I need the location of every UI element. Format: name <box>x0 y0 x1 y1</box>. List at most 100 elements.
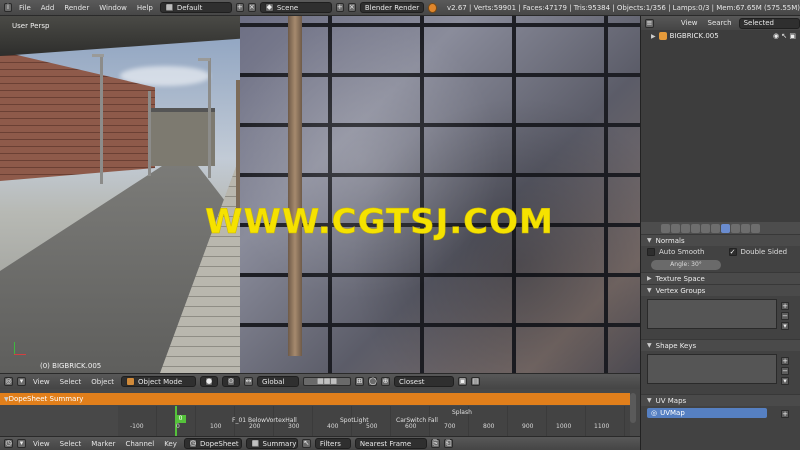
shape-keys-panel-header[interactable]: ▼ Shape Keys <box>641 339 800 351</box>
menu-window[interactable]: Window <box>96 4 130 12</box>
summary-toggle[interactable]: ▦ Summary <box>245 438 298 449</box>
remove-shape-key-button[interactable]: − <box>781 367 789 375</box>
outliner-display-dropdown[interactable]: Selected <box>738 17 800 29</box>
properties-tabs <box>641 222 800 234</box>
double-sided-label: Double Sided <box>740 248 788 256</box>
texture-space-panel-header[interactable]: ▶ Texture Space <box>641 272 800 284</box>
menu-add[interactable]: Add <box>38 4 58 12</box>
vertex-group-specials-button[interactable]: ▾ <box>781 322 789 330</box>
menu-view[interactable]: View <box>678 19 701 27</box>
copy-keyframes-icon[interactable]: ⎘ <box>430 439 440 448</box>
editor-type-icon[interactable]: ◷ <box>4 439 13 448</box>
collapse-menus-icon[interactable]: ▾ <box>17 439 26 448</box>
remove-layout-icon[interactable]: × <box>247 3 256 12</box>
layers-grid[interactable]: ▦▦▦ <box>303 377 352 386</box>
menu-select[interactable]: Select <box>57 440 85 448</box>
shape-keys-list[interactable] <box>647 354 777 384</box>
texture-tab-icon[interactable] <box>741 223 750 233</box>
collapse-menus-icon[interactable]: ▾ <box>17 377 26 386</box>
normals-panel-header[interactable]: ▼ Normals <box>641 234 800 246</box>
visibility-eye-icon[interactable]: ◉ ↖ ▣ <box>773 32 796 40</box>
editor-type-icon[interactable]: ≡ <box>645 18 654 28</box>
object-tab-icon[interactable] <box>691 223 700 233</box>
street-lamp-head <box>92 54 104 57</box>
viewport-shading-dropdown[interactable]: ● <box>200 376 219 387</box>
remove-vertex-group-button[interactable]: − <box>781 312 789 320</box>
editor-type-icon[interactable]: ◎ <box>4 377 13 386</box>
world-tab-icon[interactable] <box>681 223 690 233</box>
marker-f01[interactable]: F_01 <box>232 417 246 424</box>
menu-view[interactable]: View <box>30 378 53 386</box>
remove-scene-icon[interactable]: × <box>347 3 356 12</box>
editor-type-icon[interactable]: i <box>4 3 13 12</box>
add-scene-icon[interactable]: + <box>335 3 344 12</box>
marker-splash[interactable]: Splash <box>452 409 472 416</box>
add-uv-map-button[interactable]: + <box>781 410 789 418</box>
transform-orientation-dropdown[interactable]: Global <box>257 376 300 387</box>
menu-key[interactable]: Key <box>161 440 180 448</box>
auto-snap-dropdown[interactable]: Nearest Frame <box>354 438 427 449</box>
auto-smooth-checkbox[interactable] <box>647 248 655 256</box>
menu-channel[interactable]: Channel <box>122 440 157 448</box>
menu-file[interactable]: File <box>16 4 34 12</box>
pivot-point-dropdown[interactable]: ⊙ <box>222 376 241 387</box>
dopesheet-scrollbar[interactable] <box>630 393 636 423</box>
menu-search[interactable]: Search <box>705 19 735 27</box>
scene-selector[interactable]: ◆ Scene <box>259 2 332 13</box>
modifiers-tab-icon[interactable] <box>711 223 720 233</box>
expand-triangle-icon[interactable]: ▶ <box>651 33 656 40</box>
interaction-mode-dropdown[interactable]: Object Mode <box>121 376 197 387</box>
lock-layers-icon[interactable]: ⊞ <box>355 377 365 386</box>
vertex-groups-panel-header[interactable]: ▼ Vertex Groups <box>641 284 800 296</box>
dopesheet-summary-row[interactable]: ▼ DopeSheet Summary <box>0 393 630 405</box>
marker-fall[interactable]: Fall <box>428 417 438 424</box>
outliner-item[interactable]: ▶ BIGBRICK.005 ◉ ↖ ▣ <box>641 30 800 42</box>
menu-view[interactable]: View <box>30 440 53 448</box>
auto-smooth-angle-field[interactable]: Angle: 30° <box>651 260 721 270</box>
filters-toggle[interactable]: Filters <box>314 438 351 449</box>
axis-y-indicator <box>14 342 15 354</box>
render-tab-icon[interactable] <box>661 223 670 233</box>
shape-key-specials-button[interactable]: ▾ <box>781 377 789 385</box>
pivot-icon: ⊙ <box>227 377 236 386</box>
material-tab-icon[interactable] <box>731 223 740 233</box>
proportional-edit-icon[interactable]: ◯ <box>368 377 378 386</box>
render-engine-dropdown[interactable]: Blender Render <box>359 2 425 13</box>
dopesheet-editor[interactable]: ▼ DopeSheet Summary 0 F_01 Below VortexH… <box>0 389 640 436</box>
physics-tab-icon[interactable] <box>751 223 760 233</box>
marker-spotlight[interactable]: SpotLight <box>340 417 369 424</box>
3d-viewport[interactable]: User Persp WWW.CGTSJ.COM (0) BIGBRICK.00… <box>0 16 640 373</box>
vertex-groups-section: + − ▾ <box>641 299 800 339</box>
dopesheet-mode-dropdown[interactable]: ◷ DopeSheet <box>183 438 242 449</box>
mesh-data-tab-icon[interactable] <box>721 223 730 233</box>
constraints-tab-icon[interactable] <box>701 223 710 233</box>
only-selected-icon[interactable]: ↖ <box>301 439 311 448</box>
menu-marker[interactable]: Marker <box>88 440 118 448</box>
scene-tab-icon[interactable] <box>671 223 680 233</box>
ruler-tick: 700 <box>444 423 456 430</box>
normals-panel-title: Normals <box>655 236 685 245</box>
uv-map-item[interactable]: ◎ UVMap <box>647 408 767 418</box>
snap-target-label: Closest <box>399 377 425 386</box>
menu-help[interactable]: Help <box>134 4 156 12</box>
menu-object[interactable]: Object <box>88 378 117 386</box>
snap-icon[interactable]: ⊕ <box>381 377 391 386</box>
uv-maps-panel-header[interactable]: ▼ UV Maps <box>641 394 800 406</box>
mesh-object-icon <box>658 32 667 40</box>
current-frame-indicator[interactable]: 0 <box>175 415 186 423</box>
add-vertex-group-button[interactable]: + <box>781 302 789 310</box>
shape-keys-panel-title: Shape Keys <box>655 341 697 350</box>
render-preview-icon[interactable]: ▣ <box>458 377 468 386</box>
manipulator-icon[interactable]: ↔ <box>244 377 254 386</box>
paste-keyframes-icon[interactable]: ⎗ <box>443 439 453 448</box>
menu-render[interactable]: Render <box>61 4 92 12</box>
vertex-groups-list[interactable] <box>647 299 777 329</box>
snap-target-dropdown[interactable]: Closest <box>394 376 455 387</box>
double-sided-checkbox[interactable]: ✓ <box>728 248 737 256</box>
add-shape-key-button[interactable]: + <box>781 357 789 365</box>
menu-select[interactable]: Select <box>57 378 85 386</box>
dopesheet-grid[interactable] <box>118 406 630 436</box>
render-animation-icon[interactable]: ▤ <box>471 377 481 386</box>
add-layout-icon[interactable]: + <box>235 3 244 12</box>
layout-selector[interactable]: ▦ Default <box>159 2 232 13</box>
